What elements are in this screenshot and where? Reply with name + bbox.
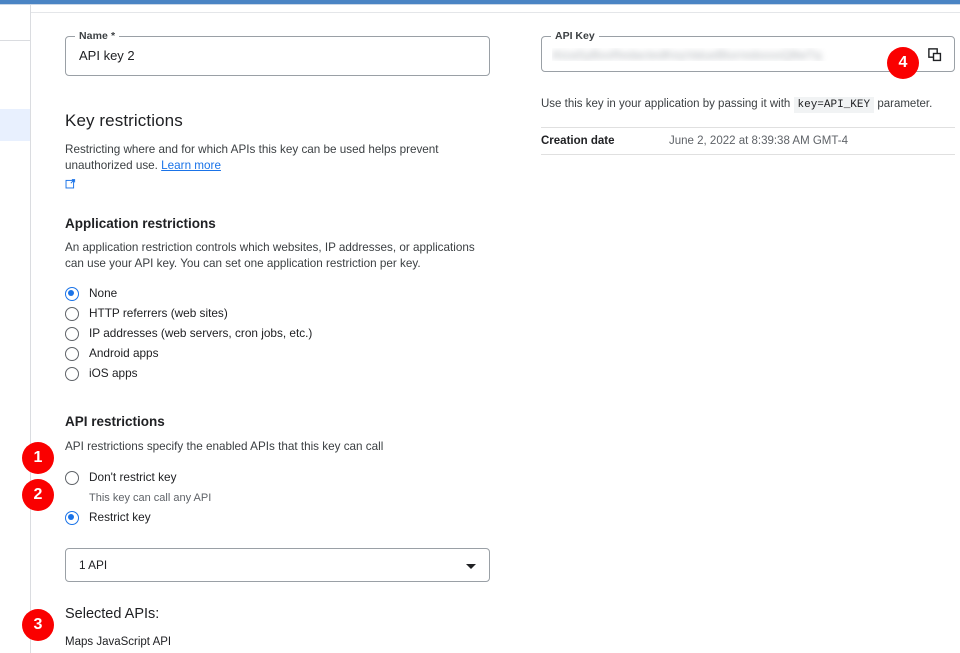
name-field-legend: Name * — [75, 30, 119, 42]
api-key-value-redacted: AIzaSyBxxRedactedKeyValueBlurredxxxxQ8wT… — [552, 48, 850, 61]
app-restriction-label: HTTP referrers (web sites) — [89, 306, 228, 321]
radio-indicator — [65, 471, 79, 485]
application-restrictions-description: An application restriction controls whic… — [65, 240, 483, 272]
api-restriction-option-dont-restrict[interactable]: Don't restrict key — [65, 470, 490, 490]
external-link-icon[interactable] — [65, 176, 76, 187]
selected-api-item: Maps JavaScript API — [65, 636, 490, 648]
app-restriction-label: None — [89, 286, 117, 301]
copy-icon — [928, 48, 942, 62]
content-top-rule — [31, 12, 960, 13]
creation-date-value: June 2, 2022 at 8:39:38 AM GMT-4 — [669, 128, 955, 155]
api-restrictions-description: API restrictions specify the enabled API… — [65, 439, 490, 455]
api-key-usage-line: Use this key in your application by pass… — [541, 96, 955, 113]
usage-code-snippet: key=API_KEY — [794, 97, 875, 113]
api-key-edit-page: Name * API key 2 Key restrictions Restri… — [0, 0, 960, 653]
top-bar-shadow — [0, 4, 960, 5]
api-restriction-label: Restrict key — [89, 510, 151, 525]
key-restrictions-heading: Key restrictions — [65, 111, 490, 131]
app-restriction-option-none[interactable]: None — [65, 286, 490, 306]
api-restriction-sublabel: This key can call any API — [89, 491, 490, 505]
api-select-dropdown[interactable]: 1 API — [65, 548, 490, 582]
rail-divider — [0, 40, 30, 41]
name-field[interactable]: Name * API key 2 — [65, 36, 490, 76]
api-restrictions-heading: API restrictions — [65, 414, 490, 429]
app-restriction-label: IP addresses (web servers, cron jobs, et… — [89, 326, 312, 341]
settings-column: Name * API key 2 Key restrictions Restri… — [65, 36, 490, 653]
application-restrictions-radio-group: None HTTP referrers (web sites) IP addre… — [65, 286, 490, 386]
creation-date-label: Creation date — [541, 128, 669, 155]
radio-indicator — [65, 307, 79, 321]
app-restriction-label: iOS apps — [89, 366, 138, 381]
annotation-badge-2: 2 — [22, 479, 54, 511]
annotation-badge-4: 4 — [887, 47, 919, 79]
app-restriction-option-android-apps[interactable]: Android apps — [65, 346, 490, 366]
annotation-badge-1: 1 — [22, 442, 54, 474]
chevron-down-icon — [466, 564, 476, 569]
name-field-value: API key 2 — [79, 48, 135, 63]
key-restrictions-description-text: Restricting where and for which APIs thi… — [65, 143, 439, 172]
radio-indicator — [65, 327, 79, 341]
api-key-legend: API Key — [551, 30, 599, 42]
rail-edge-divider — [30, 5, 31, 653]
learn-more-link[interactable]: Learn more — [161, 159, 221, 172]
table-row: Creation date June 2, 2022 at 8:39:38 AM… — [541, 128, 955, 155]
selected-apis-title: Selected APIs: — [65, 606, 490, 622]
app-restriction-option-ios-apps[interactable]: iOS apps — [65, 366, 490, 386]
api-restrictions-radio-group: Don't restrict key This key can call any… — [65, 470, 490, 530]
annotation-badge-3: 3 — [22, 609, 54, 641]
app-restriction-option-http-referrers[interactable]: HTTP referrers (web sites) — [65, 306, 490, 326]
radio-indicator — [65, 347, 79, 361]
copy-api-key-button[interactable] — [924, 44, 946, 66]
usage-prefix: Use this key in your application by pass… — [541, 98, 790, 110]
radio-indicator — [65, 287, 79, 301]
restrict-key-radio[interactable]: Restrict key — [65, 510, 490, 530]
app-restriction-label: Android apps — [89, 346, 159, 361]
radio-indicator — [65, 367, 79, 381]
api-key-metadata-table: Creation date June 2, 2022 at 8:39:38 AM… — [541, 127, 955, 155]
usage-suffix: parameter. — [877, 98, 932, 110]
api-restriction-label: Don't restrict key — [89, 470, 176, 485]
application-restrictions-heading: Application restrictions — [65, 216, 490, 231]
api-select-value: 1 API — [79, 558, 107, 572]
radio-indicator — [65, 511, 79, 525]
rail-active-item[interactable] — [0, 109, 30, 141]
app-restriction-option-ip-addresses[interactable]: IP addresses (web servers, cron jobs, et… — [65, 326, 490, 346]
key-restrictions-description: Restricting where and for which APIs thi… — [65, 142, 490, 174]
left-nav-rail — [0, 5, 30, 653]
